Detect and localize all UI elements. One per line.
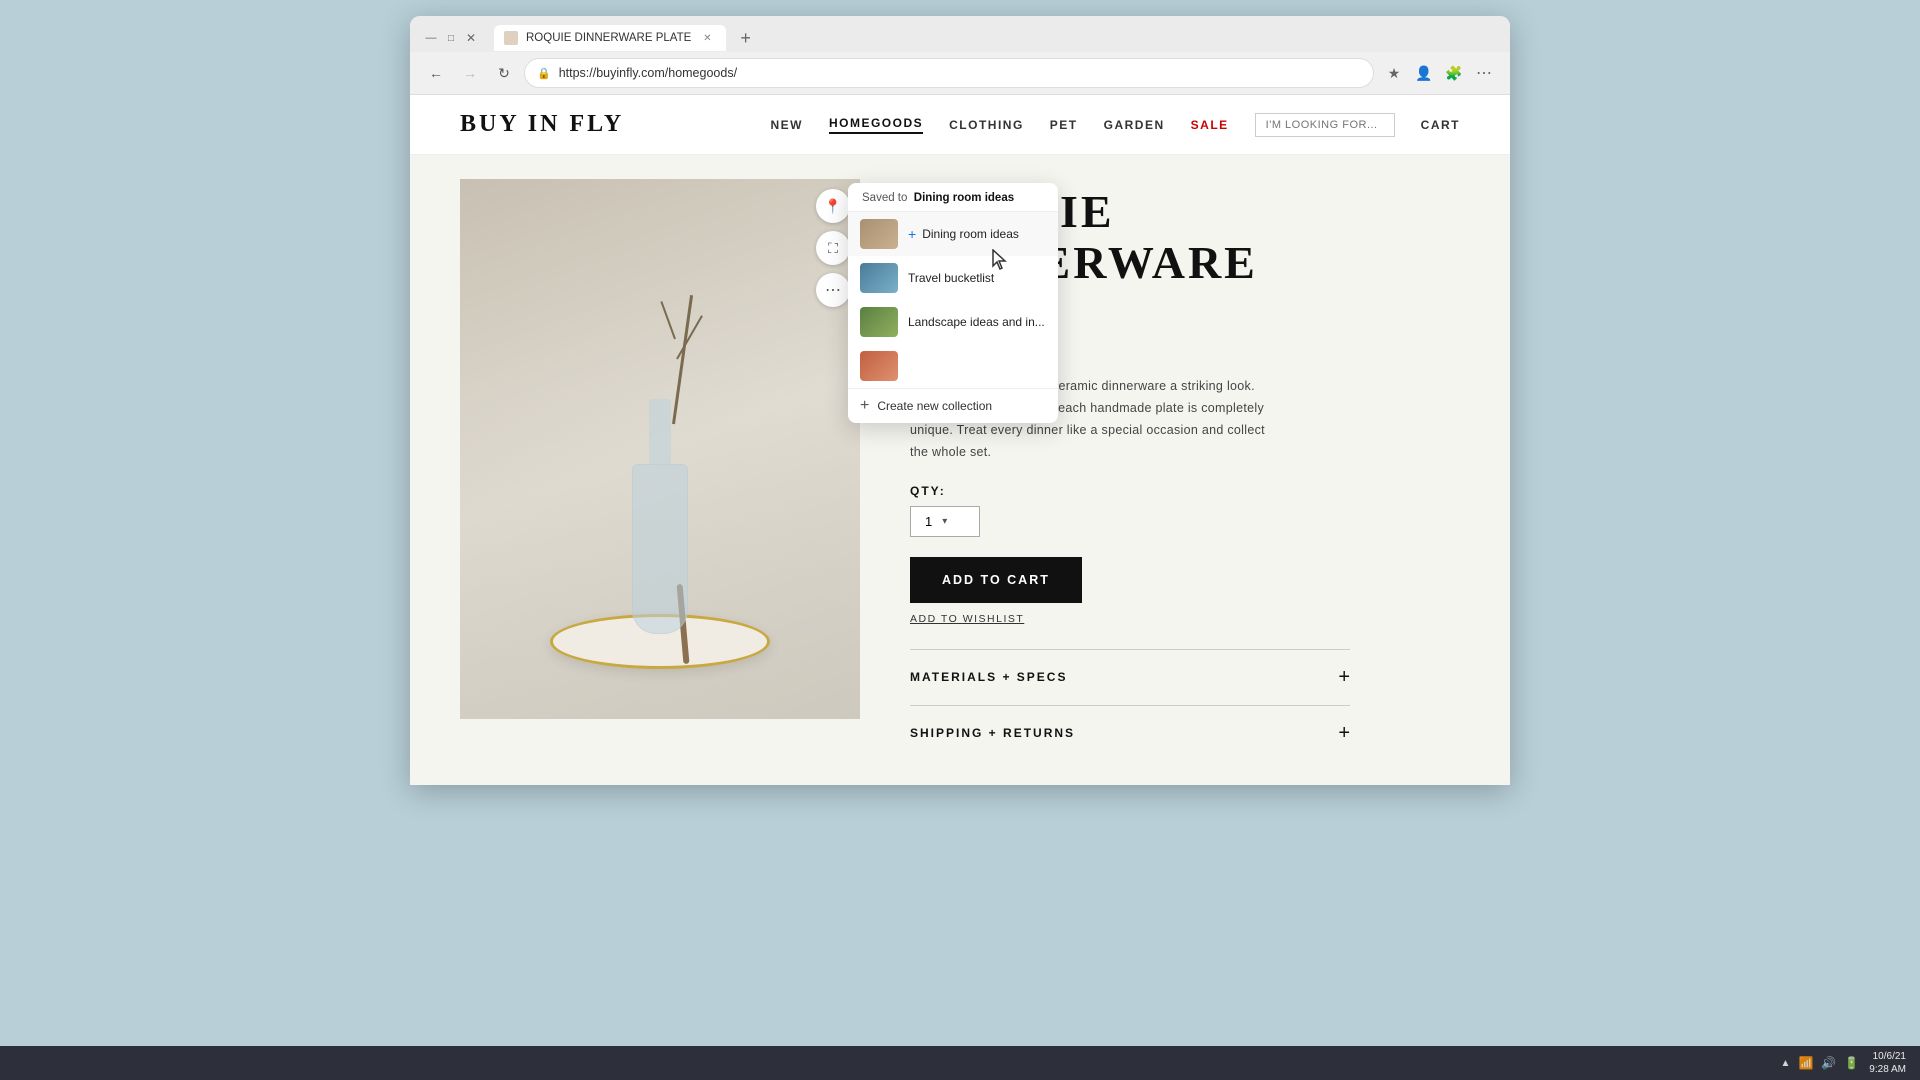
collection-thumb-dining [860, 219, 898, 249]
create-collection-button[interactable]: + Create new collection [848, 388, 1058, 423]
nav-new[interactable]: NEW [770, 118, 803, 132]
address-bar[interactable]: 🔒 https://buyinfly.com/homegoods/ [524, 58, 1374, 88]
materials-plus-icon: + [1338, 666, 1350, 689]
collection-dining[interactable]: + Dining room ideas [848, 212, 1058, 256]
url-text: https://buyinfly.com/homegoods/ [559, 66, 737, 80]
saved-collection-name: Dining room ideas [914, 192, 1014, 204]
minimize-button[interactable]: — [422, 29, 440, 47]
shipping-label: SHIPPING + RETURNS [910, 726, 1075, 740]
materials-accordion[interactable]: MATERIALS + SPECS + [910, 649, 1350, 705]
wifi-icon: 📶 [1798, 1056, 1813, 1070]
taskbar-system-icons: ▲ 📶 🔊 🔋 [1781, 1056, 1860, 1070]
nav-clothing[interactable]: CLOTHING [949, 118, 1024, 132]
nav-homegoods[interactable]: HOMEGOODS [829, 116, 923, 134]
collection-thumb-travel [860, 263, 898, 293]
lock-icon: 🔒 [537, 67, 551, 80]
collection-thumb-landscape [860, 307, 898, 337]
collection-thumb-other [860, 351, 898, 381]
qty-value: 1 [925, 514, 932, 529]
close-button[interactable]: ✕ [462, 29, 480, 47]
browser-profile-button[interactable]: 👤 [1410, 59, 1438, 87]
forward-button[interactable]: → [456, 59, 484, 87]
shipping-accordion[interactable]: SHIPPING + RETURNS + [910, 705, 1350, 761]
chevron-up-icon[interactable]: ▲ [1781, 1058, 1791, 1069]
volume-icon[interactable]: 🔊 [1821, 1056, 1836, 1070]
page-content: BUY IN FLY NEW HOMEGOODS CLOTHING PET GA… [410, 95, 1510, 785]
collection-landscape[interactable]: Landscape ideas and in... [848, 300, 1058, 344]
save-image-button[interactable]: 📍 [816, 189, 850, 223]
qty-label: QTY: [910, 484, 1460, 498]
tab-favicon [504, 31, 518, 45]
shipping-plus-icon: + [1338, 722, 1350, 745]
collection-other[interactable] [848, 344, 1058, 388]
maximize-button[interactable]: □ [442, 29, 460, 47]
taskbar-time: 9:28 AM [1869, 1063, 1906, 1076]
store-logo[interactable]: BUY IN FLY [460, 111, 624, 138]
create-plus-icon: + [860, 397, 869, 415]
battery-icon: 🔋 [1844, 1056, 1859, 1070]
nav-garden[interactable]: GARDEN [1104, 118, 1165, 132]
search-input[interactable] [1255, 113, 1395, 137]
new-tab-button[interactable]: + [732, 24, 760, 52]
browser-tab[interactable]: ROQUIE DINNERWARE PLATE ✕ [494, 25, 726, 51]
taskbar-clock: 10/6/21 9:28 AM [1869, 1050, 1906, 1076]
zoom-image-button[interactable]: ⛶ [816, 231, 850, 265]
favorites-star-button[interactable]: ★ [1380, 59, 1408, 87]
back-button[interactable]: ← [422, 59, 450, 87]
qty-chevron-icon: ▾ [942, 516, 947, 527]
collection-travel-name: Travel bucketlist [908, 271, 994, 285]
collection-dining-name: Dining room ideas [922, 227, 1019, 241]
tab-close-button[interactable]: ✕ [703, 33, 711, 44]
more-options-button[interactable]: ⋯ [816, 273, 850, 307]
cart-link[interactable]: CART [1421, 118, 1460, 132]
taskbar-date: 10/6/21 [1869, 1050, 1906, 1063]
store-header: BUY IN FLY NEW HOMEGOODS CLOTHING PET GA… [410, 95, 1510, 155]
create-collection-label: Create new collection [877, 399, 992, 413]
add-to-wishlist-link[interactable]: ADD TO WISHLIST [910, 613, 1460, 625]
refresh-button[interactable]: ↻ [490, 59, 518, 87]
nav-sale[interactable]: SALE [1191, 118, 1229, 132]
add-to-cart-button[interactable]: ADD TO CART [910, 557, 1082, 603]
collection-landscape-name: Landscape ideas and in... [908, 315, 1045, 329]
saved-header: Saved to Dining room ideas [848, 183, 1058, 212]
nav-pet[interactable]: PET [1050, 118, 1078, 132]
qty-select[interactable]: 1 ▾ [910, 506, 980, 537]
settings-dots-button[interactable]: ⋯ [1470, 59, 1498, 87]
taskbar: ▲ 📶 🔊 🔋 10/6/21 9:28 AM [0, 1046, 1920, 1080]
tab-title: ROQUIE DINNERWARE PLATE [526, 32, 691, 44]
saved-popup: Saved to Dining room ideas + Dining room… [848, 183, 1058, 423]
extensions-button[interactable]: 🧩 [1440, 59, 1468, 87]
collection-travel[interactable]: Travel bucketlist [848, 256, 1058, 300]
product-image-container: 📍 ⛶ ⋯ [460, 179, 860, 719]
materials-label: MATERIALS + SPECS [910, 670, 1067, 684]
